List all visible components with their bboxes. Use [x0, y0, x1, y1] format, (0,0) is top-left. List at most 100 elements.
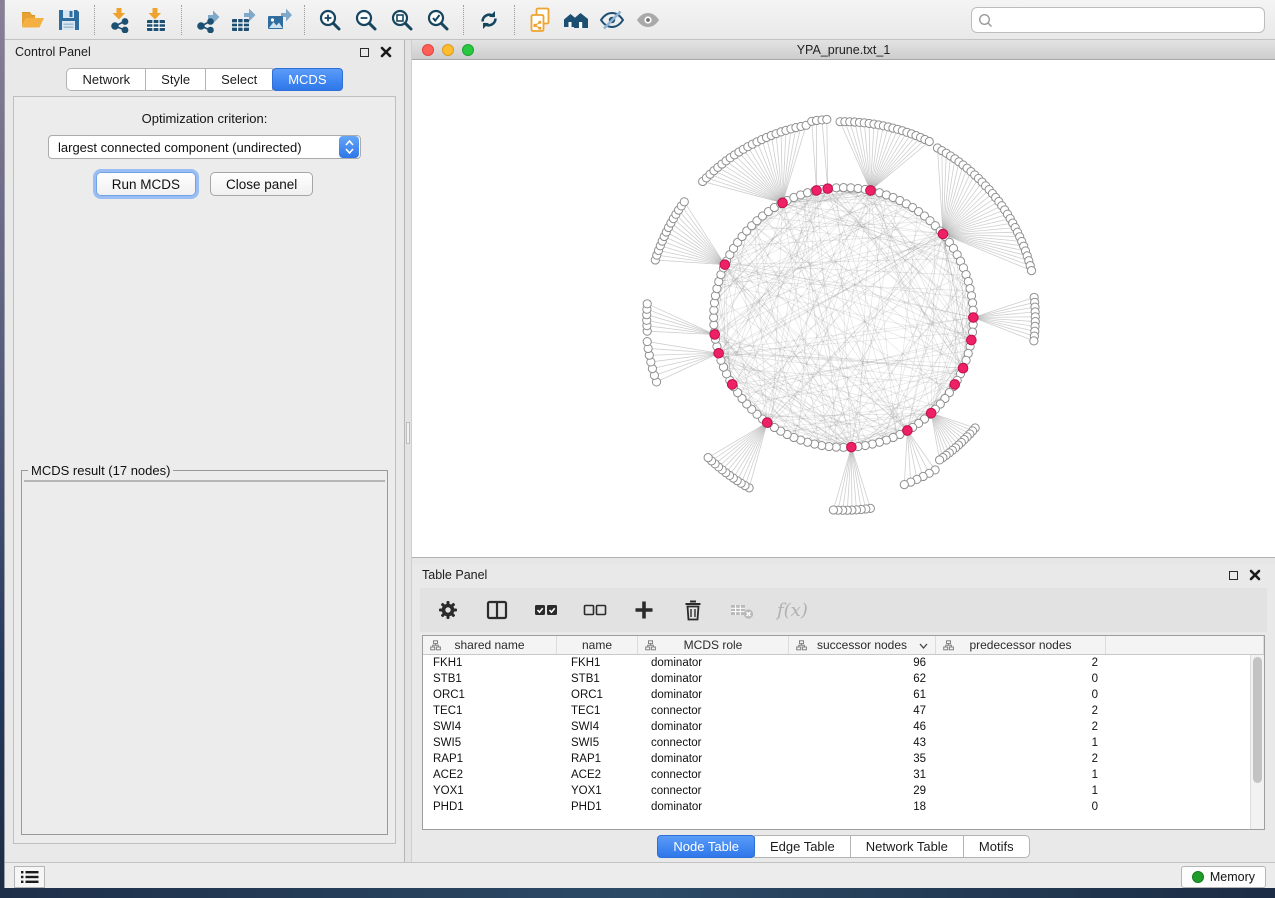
- mcds-tab-content: Optimization criterion: largest connecte…: [13, 96, 396, 844]
- search-field-wrap: [971, 7, 1265, 33]
- task-history-button[interactable]: [14, 866, 45, 888]
- open-file-button[interactable]: [15, 4, 51, 36]
- open-folder-icon: [20, 7, 46, 33]
- show-all-button[interactable]: [630, 4, 666, 36]
- export-table-button[interactable]: [225, 4, 261, 36]
- zoom-in-button[interactable]: [312, 4, 348, 36]
- export-image-button[interactable]: [261, 4, 297, 36]
- vertical-splitter[interactable]: [404, 40, 412, 862]
- select-all-button[interactable]: [532, 596, 560, 624]
- zoom-fit-icon: [389, 7, 415, 33]
- run-mcds-button[interactable]: Run MCDS: [96, 172, 196, 196]
- table-row-rap1[interactable]: RAP1RAP1dominator352: [423, 751, 1264, 767]
- close-panel-icon[interactable]: [380, 46, 392, 58]
- table-row-ace2[interactable]: ACE2ACE2connector311: [423, 767, 1264, 783]
- cell-empty: [1106, 751, 1264, 767]
- houses-icon: [563, 7, 589, 33]
- close-panel-button[interactable]: Close panel: [210, 172, 313, 196]
- table-row-tec1[interactable]: TEC1TEC1connector472: [423, 703, 1264, 719]
- table-row-stb1[interactable]: STB1STB1dominator620: [423, 671, 1264, 687]
- table-row-swi4[interactable]: SWI4SWI4dominator462: [423, 719, 1264, 735]
- delete-column-button[interactable]: [679, 596, 707, 624]
- fx-icon: f(x): [777, 600, 808, 621]
- function-builder-button[interactable]: f(x): [777, 596, 808, 624]
- export-image-icon: [266, 7, 292, 33]
- control-panel-tab-group: NetworkStyleSelectMCDS: [66, 68, 342, 91]
- column-header-successor-nodes[interactable]: successor nodes: [789, 636, 936, 654]
- tab-network[interactable]: Network: [66, 68, 146, 91]
- zoom-selected-button[interactable]: [420, 4, 456, 36]
- cell: PHD1: [423, 799, 557, 815]
- table-tab-edge-table[interactable]: Edge Table: [754, 835, 851, 858]
- table-row-fkh1[interactable]: FKH1FKH1dominator962: [423, 655, 1264, 671]
- cell: 43: [789, 735, 936, 751]
- cell: 2: [936, 655, 1106, 671]
- tab-select[interactable]: Select: [205, 68, 273, 91]
- table-tab-node-table[interactable]: Node Table: [657, 835, 755, 858]
- tab-mcds[interactable]: MCDS: [272, 68, 342, 91]
- column-header-shared-name[interactable]: shared name: [423, 636, 557, 654]
- show-columns-button[interactable]: [483, 596, 511, 624]
- table-row-swi5[interactable]: SWI5SWI5connector431: [423, 735, 1264, 751]
- export-network-button[interactable]: [189, 4, 225, 36]
- optimization-criterion-dropdown[interactable]: largest connected component (undirected): [48, 135, 361, 159]
- cell: ACE2: [557, 767, 638, 783]
- splitter-handle[interactable]: [406, 422, 410, 444]
- refresh-icon: [476, 7, 502, 33]
- column-header-mcds-role[interactable]: MCDS role: [638, 636, 789, 654]
- memory-button[interactable]: Memory: [1181, 866, 1266, 888]
- cell: 29: [789, 783, 936, 799]
- clear-table-button[interactable]: [728, 596, 756, 624]
- network-window: YPA_prune.txt_1: [412, 40, 1275, 558]
- table-tab-network-table[interactable]: Network Table: [850, 835, 964, 858]
- network-canvas[interactable]: [412, 60, 1275, 557]
- table-row-yox1[interactable]: YOX1YOX1connector291: [423, 783, 1264, 799]
- eye-slash-icon: [599, 7, 625, 33]
- zoom-in-icon: [317, 7, 343, 33]
- cell: RAP1: [423, 751, 557, 767]
- table-tab-motifs[interactable]: Motifs: [963, 835, 1030, 858]
- cell-empty: [1106, 671, 1264, 687]
- table-row-orc1[interactable]: ORC1ORC1dominator610: [423, 687, 1264, 703]
- cell: FKH1: [423, 655, 557, 671]
- cell: 96: [789, 655, 936, 671]
- table-scrollbar[interactable]: [1250, 655, 1264, 829]
- table-clear-icon: [729, 598, 755, 622]
- toolbar-separator: [94, 5, 95, 35]
- deselect-all-button[interactable]: [581, 596, 609, 624]
- float-panel-icon[interactable]: [360, 48, 369, 57]
- cell: dominator: [638, 719, 789, 735]
- hide-selected-button[interactable]: [594, 4, 630, 36]
- table-row-phd1[interactable]: PHD1PHD1dominator180: [423, 799, 1264, 815]
- table-panel: Table Panel: [412, 564, 1275, 862]
- column-header-name[interactable]: name: [557, 636, 638, 654]
- toolbar-separator: [304, 5, 305, 35]
- column-header-predecessor-nodes[interactable]: predecessor nodes: [936, 636, 1106, 654]
- cell-empty: [1106, 719, 1264, 735]
- dropdown-stepper-icon: [339, 136, 359, 158]
- refresh-view-button[interactable]: [471, 4, 507, 36]
- node-table: shared namenameMCDS rolesuccessor nodesp…: [422, 635, 1265, 830]
- zoom-out-button[interactable]: [348, 4, 384, 36]
- table-settings-button[interactable]: [434, 596, 462, 624]
- tab-style[interactable]: Style: [145, 68, 206, 91]
- import-table-button[interactable]: [138, 4, 174, 36]
- cell: ACE2: [423, 767, 557, 783]
- import-network-button[interactable]: [102, 4, 138, 36]
- cell: FKH1: [557, 655, 638, 671]
- cell: 35: [789, 751, 936, 767]
- cell: 31: [789, 767, 936, 783]
- close-table-panel-icon[interactable]: [1249, 569, 1261, 581]
- add-column-button[interactable]: [630, 596, 658, 624]
- save-session-button[interactable]: [51, 4, 87, 36]
- optimization-criterion-label: Optimization criterion:: [14, 111, 395, 126]
- network-svg[interactable]: [412, 60, 1275, 557]
- zoom-fit-button[interactable]: [384, 4, 420, 36]
- duplicate-network-button[interactable]: [522, 4, 558, 36]
- cell: 1: [936, 783, 1106, 799]
- float-table-panel-icon[interactable]: [1229, 571, 1238, 580]
- first-neighbors-button[interactable]: [558, 4, 594, 36]
- table-scrollbar-thumb[interactable]: [1253, 657, 1262, 783]
- search-input[interactable]: [971, 7, 1265, 33]
- status-bar: Memory: [5, 862, 1275, 890]
